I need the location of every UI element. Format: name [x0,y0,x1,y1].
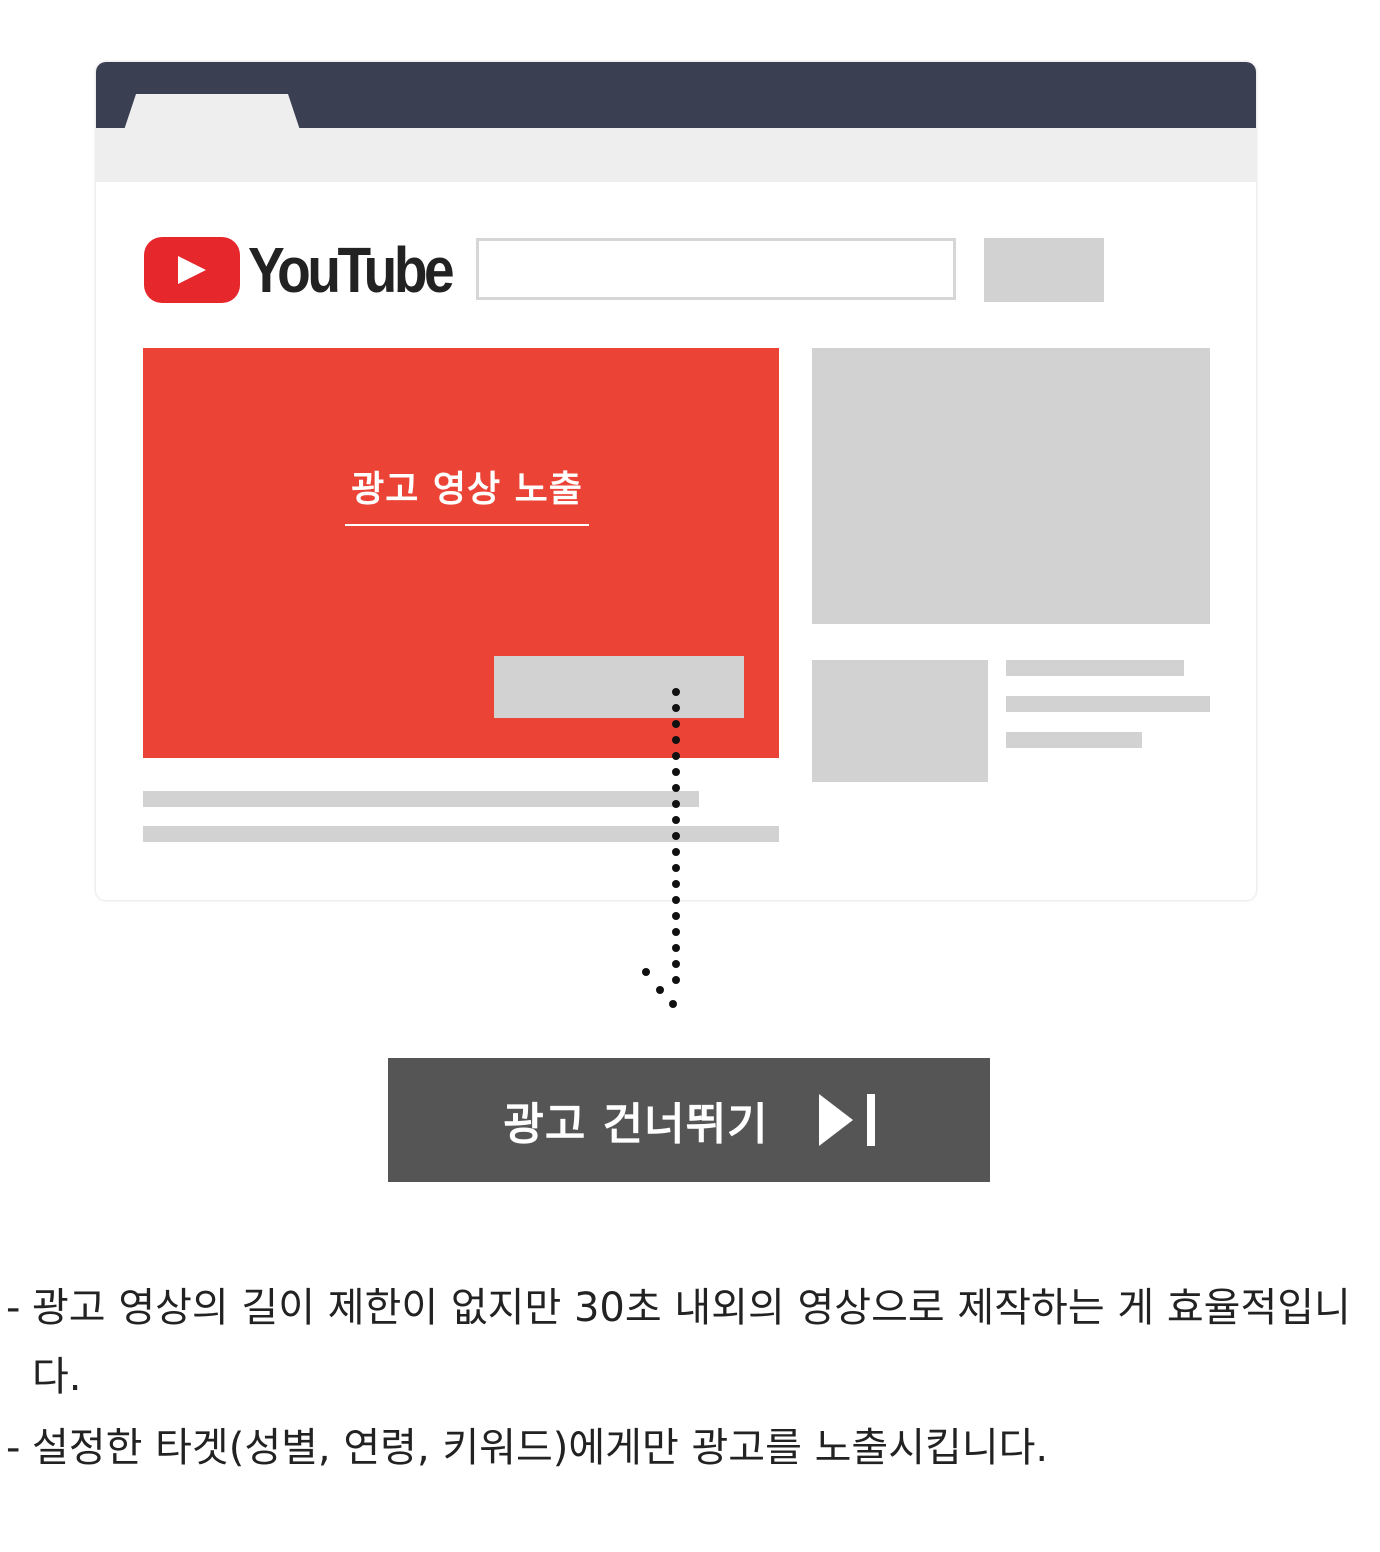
connector-dot [656,986,664,994]
note-text: 광고 영상의 길이 제한이 없지만 30초 내외의 영상으로 제작하는 게 효율… [32,1285,1351,1400]
note-text: 설정한 타겟(성별, 연령, 키워드)에게만 광고를 노출시킵니다. [32,1424,1049,1471]
skip-next-icon [818,1094,875,1146]
connector-dot [672,976,680,984]
note-item: - 설정한 타겟(성별, 연령, 키워드)에게만 광고를 노출시킵니다. [6,1414,1376,1483]
note-item: - 광고 영상의 길이 제한이 없지만 30초 내외의 영상으로 제작하는 게 … [6,1274,1376,1412]
connector-dot [672,880,680,888]
connector-dot [672,944,680,952]
skip-ad-button[interactable]: 광고 건너뛰기 [388,1058,990,1182]
connector-dot [672,736,680,744]
connector-dot [672,912,680,920]
connector-dot [672,768,680,776]
connector-dot [672,752,680,760]
connector-dot [672,960,680,968]
connector-dot [672,896,680,904]
connector-dot [672,784,680,792]
connector-dot [669,1000,677,1008]
connector-dot [672,704,680,712]
connector-dot [642,968,650,976]
connector-dot [672,800,680,808]
connector-dot [672,688,680,696]
notes-list: - 광고 영상의 길이 제한이 없지만 30초 내외의 영상으로 제작하는 게 … [6,1274,1376,1482]
connector-dot [672,720,680,728]
skip-ad-label: 광고 건너뛰기 [503,1099,769,1150]
connector-dot [672,928,680,936]
connector-dot [672,848,680,856]
connector-dot [672,816,680,824]
note-bullet: - [6,1285,21,1331]
note-bullet: - [6,1424,21,1471]
connector-dot [672,864,680,872]
connector-dot [672,832,680,840]
